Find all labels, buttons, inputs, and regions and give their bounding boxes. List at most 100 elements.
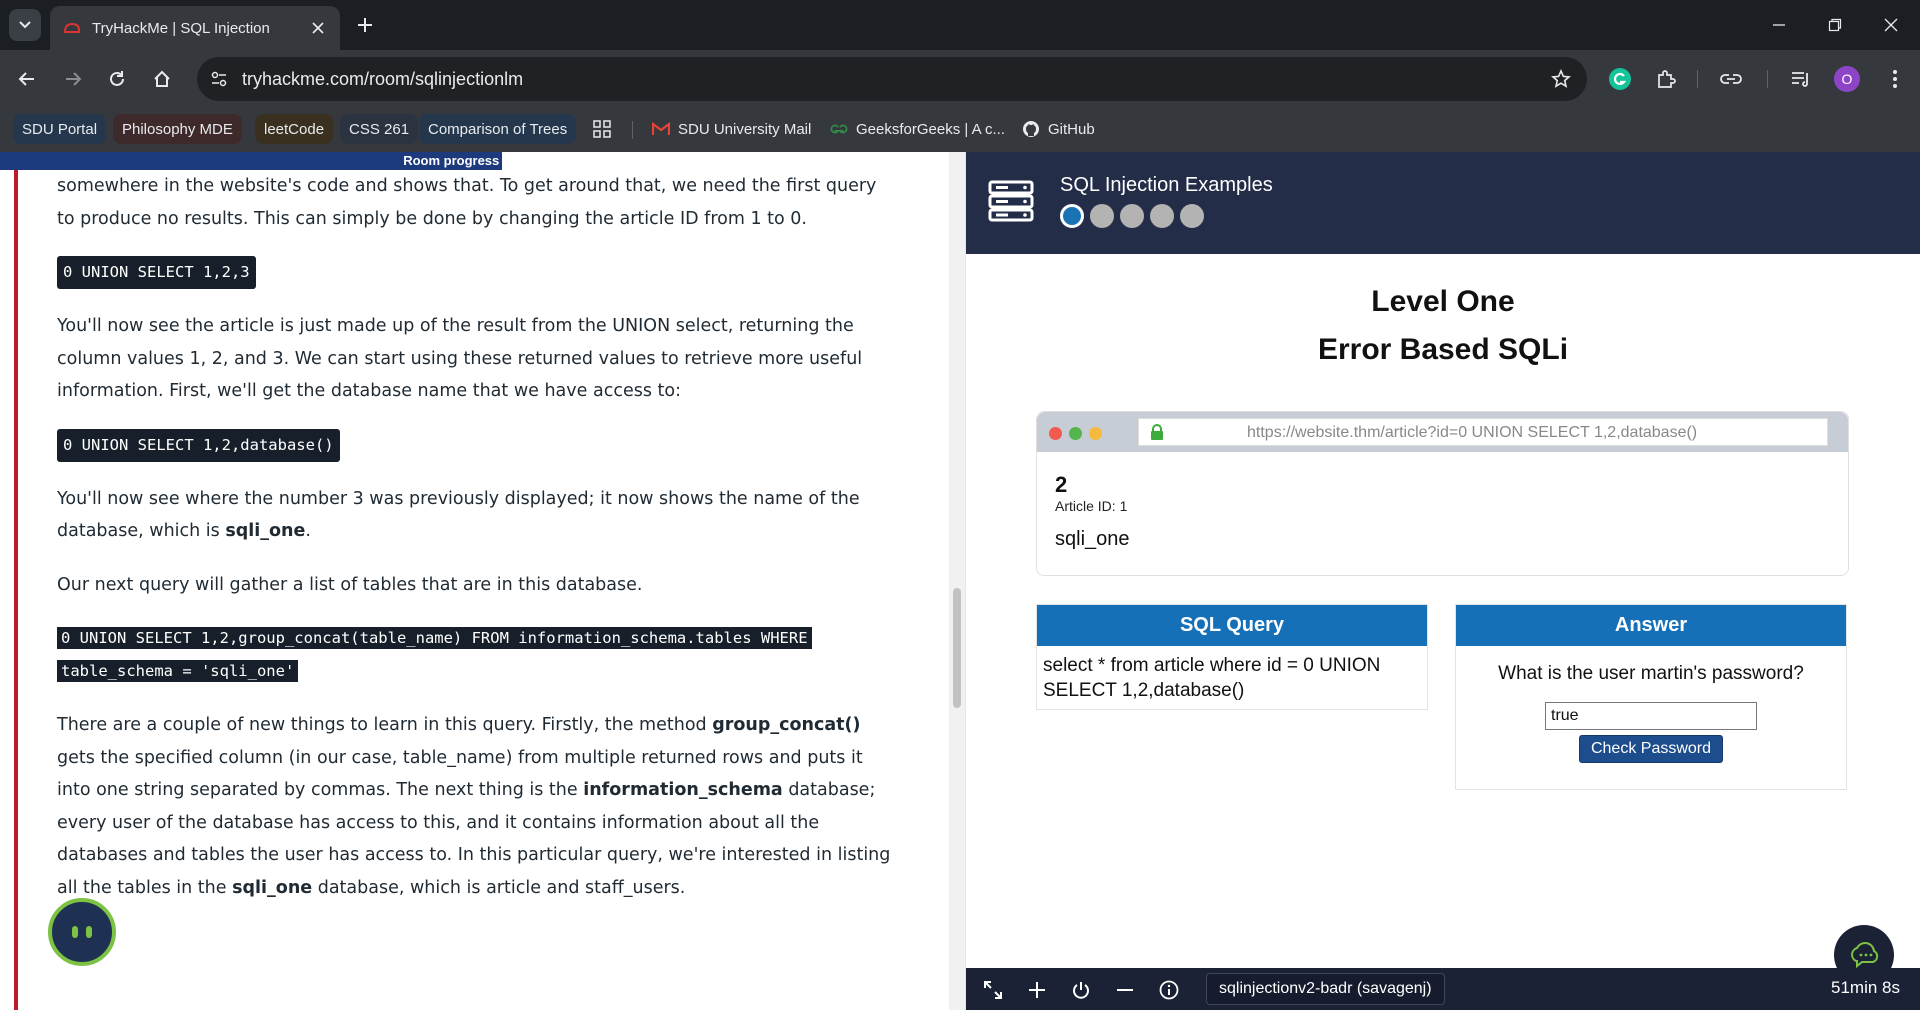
level-step-dot-4[interactable] [1150,204,1174,228]
machine-timer: 51min 8s [1831,978,1900,997]
bold-text: sqli_one [232,877,313,898]
bookmark-github[interactable]: GitHub [1013,114,1104,144]
minimize-vm-icon[interactable] [1112,977,1138,1003]
home-icon [154,70,170,87]
result-number: 2 [1055,472,1068,497]
text-run: database, which is article and staff_use… [312,877,686,898]
code-block: 0 UNION SELECT 1,2,database() [57,428,340,462]
bookmark-sdu-mail[interactable]: SDU University Mail [643,114,820,144]
sql-query-panel: SQL Query select * from article where id… [1036,604,1428,710]
room-progress-text: Room progress ( 53% ) [0,152,948,170]
level-step-dot-5[interactable] [1180,204,1204,228]
power-icon[interactable] [1068,977,1094,1003]
level-title: Level One [1371,285,1515,318]
check-password-button[interactable]: Check Password [1579,735,1723,763]
profile-avatar[interactable]: O [1834,66,1860,92]
level-step-dot-3[interactable] [1120,204,1144,228]
paragraph: You'll now see the article is just made … [57,316,863,401]
info-icon[interactable] [1156,977,1182,1003]
answer-question: What is the user martin's password? [1498,663,1804,684]
answer-header: Answer [1456,605,1846,646]
restore-button[interactable] [1820,10,1850,40]
bookmarks-bar: SDU Portal Philosophy MDE leetCode CSS 2… [0,108,1920,152]
assistant-bot-button[interactable] [48,898,116,966]
paragraph: somewhere in the website's code and show… [57,176,877,229]
code-block: 0 UNION SELECT 1,2,3 [57,256,256,289]
paragraph: There are a couple of new things to lear… [57,709,897,904]
tab-title: TryHackMe | SQL Injection [92,19,270,37]
answer-panel: Answer What is the user martin's passwor… [1455,604,1847,790]
bookmark-sdu-portal[interactable]: SDU Portal [13,114,107,144]
back-button[interactable] [10,62,44,96]
url-text[interactable]: tryhackme.com/room/sqlinjectionlm [242,69,523,90]
github-icon [1022,120,1040,138]
media-controls-icon[interactable] [1786,64,1816,94]
example-title: SQL Injection Examples [1060,174,1273,196]
level-stepper [1060,204,1204,228]
arrow-left-icon [18,72,34,86]
add-time-icon[interactable] [1024,977,1050,1003]
active-tab[interactable]: TryHackMe | SQL Injection [50,6,340,50]
restore-icon [1828,18,1842,32]
simulated-browser: https://website.thm/article?id=0 UNION S… [1036,411,1849,576]
site-info-icon[interactable] [207,67,231,91]
tryhackme-favicon-icon [63,22,80,33]
room-progress-label: Room progress [403,153,500,168]
vm-pane: SQL Injection Examples Level One Error B… [966,152,1920,1010]
code-block: 0 UNION SELECT 1,2,group_concat(table_na… [57,622,837,688]
new-tab-button[interactable] [352,12,378,38]
simulated-url-bar: https://website.thm/article?id=0 UNION S… [1138,418,1828,446]
bot-eye-icon [86,926,92,938]
result-article-id: Article ID: 1 [1055,498,1128,514]
minimize-button[interactable] [1764,10,1794,40]
extension-grammarly-icon[interactable] [1605,64,1635,94]
extensions-puzzle-icon[interactable] [1651,64,1681,94]
toolbar-divider [1697,70,1698,88]
code-text: 0 UNION SELECT 1,2,group_concat(table_na… [57,627,812,682]
bookmark-geeksforgeeks[interactable]: GeeksforGeeks | A c... [821,114,1014,144]
browser-toolbar: tryhackme.com/room/sqlinjectionlm O [0,50,1920,108]
home-button[interactable] [145,62,179,96]
arrow-right-icon [66,72,82,86]
bookmark-star-icon[interactable] [1549,67,1573,91]
sql-query-text: select * from article where id = 0 UNION… [1043,655,1381,701]
example-header: SQL Injection Examples [966,152,1920,254]
minimize-icon [1773,24,1785,26]
room-progress-bar: Room progress ( 53% ) [0,152,948,170]
address-bar[interactable]: tryhackme.com/room/sqlinjectionlm [197,57,1587,101]
bold-text: sqli_one [225,521,306,541]
paragraph: You'll now see where the number 3 was pr… [57,483,897,548]
bookmark-comparison-of-trees[interactable]: Comparison of Trees [419,114,577,144]
bookmark-philosophy-mde[interactable]: Philosophy MDE [113,114,242,144]
menu-kebab-icon[interactable] [1880,64,1910,94]
password-answer-input[interactable] [1545,702,1757,730]
gmail-icon [652,120,670,138]
scroll-thumb[interactable] [953,588,961,708]
content-scrollbar[interactable] [949,152,965,1010]
paragraph: Our next query will gather a list of tab… [57,574,643,595]
level-subtitle: Error Based SQLi [1317,333,1569,366]
link-icon[interactable] [1716,64,1746,94]
reload-button[interactable] [100,62,134,96]
forward-button[interactable] [56,62,90,96]
bookmarks-divider [632,121,633,139]
text-run: You'll now see where the number 3 was pr… [57,488,860,542]
level-step-dot-1[interactable] [1060,204,1084,228]
bookmark-label: SDU University Mail [678,120,812,138]
server-icon [988,180,1034,222]
tab-search-button[interactable] [9,9,41,41]
bookmark-css-261[interactable]: CSS 261 [340,114,419,144]
task-article: somewhere in the website's code and show… [57,170,897,904]
bookmark-label: GitHub [1048,120,1095,138]
close-tab-icon[interactable] [308,18,328,38]
bookmark-label: GeeksforGeeks | A c... [856,120,1005,138]
machine-name-badge: sqlinjectionv2-badr (savagenj) [1206,973,1445,1005]
tab-bar: TryHackMe | SQL Injection [0,0,1920,50]
close-window-button[interactable] [1876,10,1906,40]
apps-grid-icon[interactable] [584,114,620,144]
level-step-dot-2[interactable] [1090,204,1114,228]
fullscreen-icon[interactable] [980,977,1006,1003]
bookmark-leetcode[interactable]: leetCode [255,114,334,144]
bot-eye-icon [72,926,78,938]
text-run: . [305,521,311,541]
